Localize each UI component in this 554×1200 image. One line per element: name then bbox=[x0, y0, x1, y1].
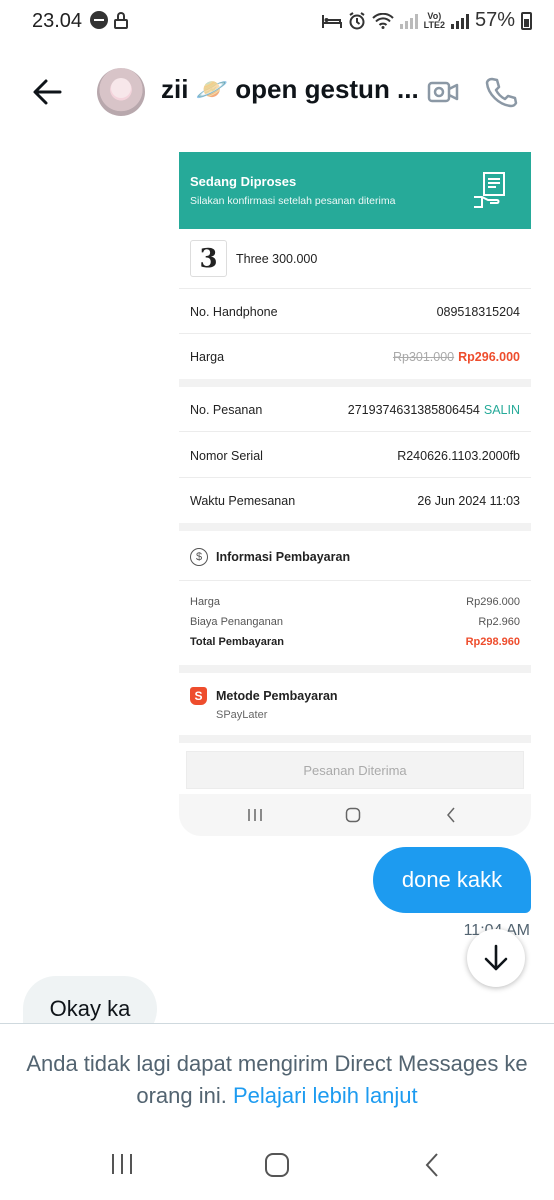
signal-icon-2 bbox=[450, 13, 469, 29]
payment-method-value: SPayLater bbox=[216, 709, 268, 721]
payment-row-total: Total Pembayaran Rp298.960 bbox=[190, 636, 520, 648]
order-status-banner: Sedang Diproses Silakan konfirmasi setel… bbox=[179, 152, 531, 229]
conversation-header: zii 🪐 open gestun ... bbox=[0, 60, 554, 124]
order-status-subtitle: Silakan konfirmasi setelah pesanan diter… bbox=[190, 195, 396, 207]
dollar-coin-icon: $ bbox=[190, 548, 208, 566]
network-type: Vo) LTE2 bbox=[423, 10, 445, 30]
payment-row-price: Harga Rp296.000 bbox=[190, 596, 520, 608]
payment-info-title: Informasi Pembayaran bbox=[216, 550, 351, 564]
do-not-disturb-icon bbox=[90, 11, 108, 29]
divider bbox=[179, 379, 531, 387]
signal-icon bbox=[399, 13, 418, 29]
product-name: Three 300.000 bbox=[236, 252, 318, 266]
wifi-icon bbox=[371, 12, 394, 29]
back-nav-icon[interactable] bbox=[423, 1152, 441, 1178]
detail-row-order-number: No. Pesanan 2719374631385806454 SALIN bbox=[179, 387, 531, 432]
payment-row-handling-fee: Biaya Penanganan Rp2.960 bbox=[190, 616, 520, 628]
outgoing-message[interactable]: done kakk bbox=[373, 847, 531, 913]
shopee-paylater-icon: S bbox=[190, 687, 207, 705]
learn-more-link[interactable]: Pelajari lebih lanjut bbox=[233, 1083, 418, 1108]
home-icon[interactable] bbox=[264, 1152, 290, 1178]
order-received-button: Pesanan Diterima bbox=[186, 751, 524, 789]
order-status-title: Sedang Diproses bbox=[190, 174, 297, 189]
status-bar: 23.04 Vo) LTE2 57% bbox=[0, 0, 554, 44]
detail-row-serial: Nomor Serial R240626.1103.2000fb bbox=[179, 433, 531, 478]
discounted-price: Rp296.000 bbox=[458, 350, 520, 364]
phone-call-icon[interactable] bbox=[483, 74, 519, 110]
battery-icon bbox=[521, 11, 532, 30]
alarm-icon bbox=[349, 11, 365, 29]
home-icon bbox=[345, 807, 361, 823]
recent-apps-icon[interactable] bbox=[109, 1152, 135, 1176]
receipt-hand-icon bbox=[474, 172, 505, 208]
divider bbox=[179, 523, 531, 531]
video-call-icon[interactable] bbox=[425, 74, 461, 110]
order-screenshot-card[interactable]: Sedang Diproses Silakan konfirmasi setel… bbox=[179, 128, 531, 836]
divider bbox=[179, 735, 531, 743]
product-row: 3 Three 300.000 bbox=[179, 229, 531, 289]
status-time: 23.04 bbox=[32, 10, 83, 32]
bed-icon bbox=[321, 14, 342, 28]
detail-row-order-time: Waktu Pemesanan 26 Jun 2024 11:03 bbox=[190, 494, 520, 508]
system-nav-bar bbox=[0, 1140, 554, 1190]
copy-button[interactable]: SALIN bbox=[484, 403, 520, 417]
detail-row-price: Harga Rp301.000 Rp296.000 bbox=[190, 350, 520, 364]
screenshot-nav-bar bbox=[179, 794, 531, 836]
arrow-down-icon bbox=[484, 944, 508, 971]
three-logo: 3 bbox=[190, 240, 227, 277]
avatar[interactable] bbox=[97, 68, 145, 116]
scroll-to-bottom-button[interactable] bbox=[467, 929, 525, 987]
detail-row-phone: No. Handphone 089518315204 bbox=[179, 289, 531, 334]
lock-icon bbox=[114, 11, 128, 29]
divider bbox=[179, 665, 531, 673]
battery-percent: 57% bbox=[474, 9, 515, 31]
conversation-title[interactable]: zii 🪐 open gestun ... bbox=[161, 74, 421, 105]
original-price: Rp301.000 bbox=[392, 350, 455, 364]
payment-method-title: Metode Pembayaran bbox=[216, 689, 338, 703]
recent-apps-icon bbox=[248, 809, 262, 821]
back-nav-icon bbox=[447, 807, 455, 823]
back-arrow-icon[interactable] bbox=[26, 74, 66, 110]
